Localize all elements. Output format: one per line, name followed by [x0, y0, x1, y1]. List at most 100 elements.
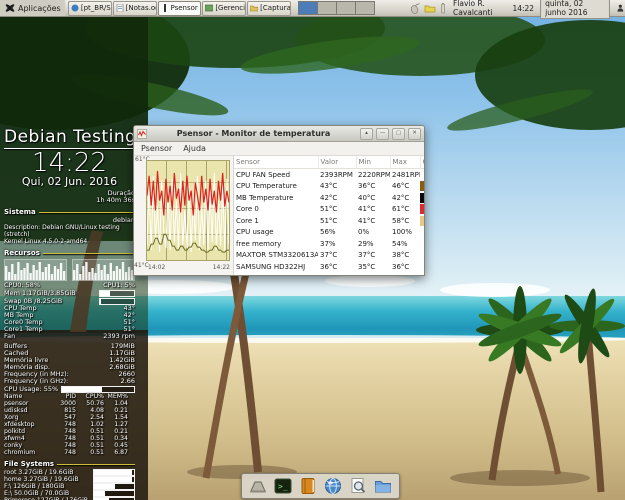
terminal-icon[interactable]: >_ — [273, 476, 293, 496]
process-value: 0.51 — [76, 442, 104, 449]
workspace-4[interactable] — [356, 2, 374, 14]
process-name: xfwm4 — [4, 435, 54, 442]
psensor-graph-pane: 61°C 41°C 14:02 14:22 — [134, 156, 233, 275]
conky-date: Qui, 02 Jun. 2016 — [4, 176, 135, 188]
sensor-color-swatch — [420, 216, 424, 226]
process-value: 2.54 — [76, 414, 104, 421]
conky-cpu-graphs — [4, 259, 135, 281]
conky-section-filesystems: File Systems — [4, 460, 135, 469]
col-valor[interactable]: Valor — [318, 156, 356, 169]
address-book-icon[interactable] — [298, 476, 318, 496]
web-browser-icon[interactable] — [323, 476, 343, 496]
panel-clock[interactable]: 14:22 — [512, 4, 534, 13]
task-icon — [250, 4, 258, 12]
dock: >_ — [241, 473, 400, 499]
process-value: 748 — [54, 421, 76, 428]
conky-section-resources: Recursos — [4, 249, 135, 258]
sensor-row[interactable]: MB Temperature 42°C 40°C 42°C — [234, 192, 424, 204]
sensor-row[interactable]: CPU FAN Speed 2393RPM 2220RPM 2481RPM — [234, 169, 424, 181]
workspace-1[interactable] — [299, 2, 318, 14]
menu-ajuda[interactable]: Ajuda — [183, 144, 206, 153]
process-value: 748 — [54, 449, 76, 456]
sensor-row[interactable]: free memory 37% 29% 54% — [234, 238, 424, 250]
process-value: 0.51 — [76, 449, 104, 456]
taskbar-item-capturas[interactable]: [Capturas-... — [247, 1, 291, 16]
mail-folder-icon[interactable] — [424, 2, 436, 14]
task-label: Psensor - ... — [171, 4, 202, 12]
workspace-2[interactable] — [318, 2, 337, 14]
process-value: 0.51 — [76, 428, 104, 435]
shade-button[interactable]: ▴ — [360, 128, 373, 140]
process-value: 815 — [54, 407, 76, 414]
process-value: 0.51 — [76, 435, 104, 442]
conky-process-list: psensor300050.761.04udisksd8154.080.21Xo… — [4, 400, 135, 456]
workspace-switcher — [298, 1, 375, 15]
conky-description: Description: Debian GNU/Linux testing (s… — [4, 224, 135, 245]
cpu0-histogram — [4, 259, 67, 281]
show-desktop-icon[interactable] — [248, 476, 268, 496]
maximize-button[interactable]: ▢ — [392, 128, 405, 140]
applications-menu[interactable]: Aplicações — [0, 0, 65, 16]
file-search-icon[interactable] — [348, 476, 368, 496]
taskbar-item-gerenciador[interactable]: [Gerenciad... — [202, 1, 246, 16]
sensor-row[interactable]: CPU Temperature 43°C 36°C 46°C — [234, 181, 424, 193]
conky-memstats: Buffers179MiBCached1.17GiBMemória livre1… — [4, 343, 135, 371]
col-cor[interactable]: Cor — [420, 156, 424, 169]
sensor-row[interactable]: MAXTOR STM3320613AS 37°C 37°C 38°C — [234, 250, 424, 262]
conky-cpu-usage-row: CPU Usage: 55% — [4, 385, 135, 393]
process-name: xfdesktop — [4, 421, 54, 428]
filesystem-bar — [93, 476, 135, 483]
task-label: [Capturas-... — [260, 4, 291, 12]
filesystem-row: F:\ 126GiB / 180GiB — [4, 483, 135, 490]
process-name: chromium — [4, 449, 54, 456]
col-min[interactable]: Min — [356, 156, 390, 169]
col-max[interactable]: Max — [390, 156, 420, 169]
cpu-usage-bar — [61, 386, 135, 393]
battery-icon[interactable] — [439, 2, 447, 14]
workspace-3[interactable] — [337, 2, 356, 14]
sensor-table-header: Sensor Valor Min Max Cor — [234, 156, 424, 169]
psensor-titlebar[interactable]: Psensor - Monitor de temperatura ▴ — ▢ ✕ — [134, 126, 424, 142]
menu-psensor[interactable]: Psensor — [141, 144, 172, 153]
mouse-icon[interactable] — [409, 2, 421, 14]
conky-distro: Debian Testing — [4, 128, 135, 147]
window-title: Psensor - Monitor de temperatura — [150, 129, 357, 138]
graph-x-end-label: 14:22 — [213, 264, 230, 271]
filesystem-row: E:\ 50.0GiB / 70.0GiB — [4, 490, 135, 497]
temperature-graph[interactable] — [146, 160, 230, 261]
task-icon — [71, 4, 79, 12]
sensor-row[interactable]: CPU usage 56% 0% 100% — [234, 227, 424, 239]
conky-clock: 14:22 — [4, 150, 135, 176]
process-value: 50.76 — [76, 400, 104, 407]
task-icon — [205, 4, 213, 12]
logout-icon[interactable] — [616, 2, 625, 14]
file-manager-icon[interactable] — [373, 476, 393, 496]
sensor-row[interactable]: SAMSUNG HD322HJ 36°C 35°C 36°C — [234, 261, 424, 273]
minimize-button[interactable]: — — [376, 128, 389, 140]
mem-bar — [99, 290, 135, 297]
sensor-color-swatch — [420, 204, 424, 214]
conky-monitor: Debian Testing 14:22 Qui, 02 Jun. 2016 D… — [4, 128, 135, 500]
filesystem-bar — [93, 469, 135, 476]
taskbar-item-soundconverter[interactable]: [pt_BR/Sou... — [68, 1, 112, 16]
process-value: 748 — [54, 442, 76, 449]
taskbar-item-psensor[interactable]: Psensor - ... — [158, 1, 202, 16]
task-icon — [161, 4, 169, 12]
panel-date[interactable]: quinta, 02 junho 2016 — [540, 0, 610, 19]
task-label: [Notas.odt ... — [126, 4, 157, 12]
process-name: polkitd — [4, 428, 54, 435]
sensor-color-swatch — [420, 262, 424, 272]
process-value: 748 — [54, 428, 76, 435]
taskbar-item-notas[interactable]: [Notas.odt ... — [113, 1, 157, 16]
sensor-row[interactable]: Core 1 51°C 41°C 58°C — [234, 215, 424, 227]
desktop: Aplicações [pt_BR/Sou... [Notas.odt ... … — [0, 0, 625, 500]
conky-temps: CPU Temp43°MB Temp42°Core0 Temp51°Core1 … — [4, 305, 135, 340]
sensor-row[interactable]: Core 0 51°C 41°C 61°C — [234, 204, 424, 216]
sensor-table: Sensor Valor Min Max Cor CPU FAN Speed 2… — [234, 156, 424, 273]
process-value: 0.21 — [104, 428, 128, 435]
psensor-window-icon — [137, 129, 147, 139]
process-value: 6.87 — [104, 449, 128, 456]
close-button[interactable]: ✕ — [408, 128, 421, 140]
conky-process-headers: Name PID CPU% MEM% — [4, 393, 135, 400]
col-sensor[interactable]: Sensor — [234, 156, 318, 169]
